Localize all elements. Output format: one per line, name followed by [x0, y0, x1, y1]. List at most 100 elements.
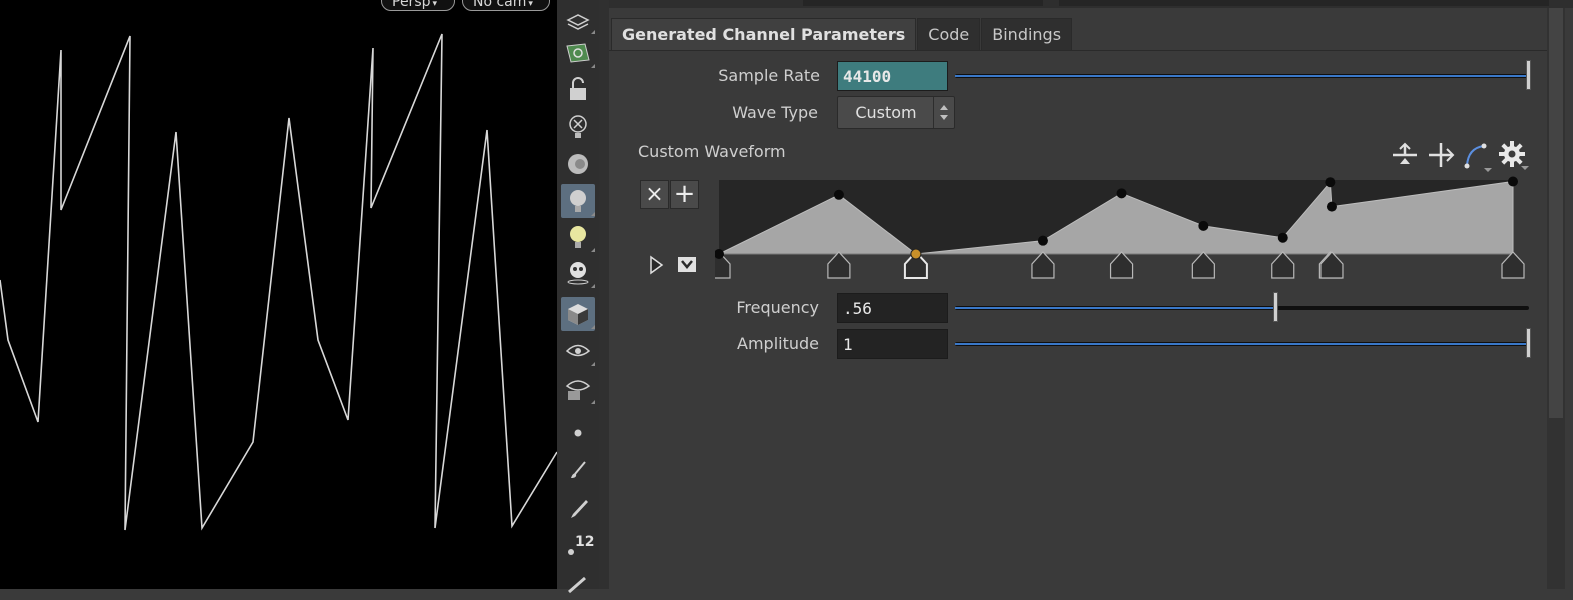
submenu-arrow-icon: [591, 26, 595, 34]
ramp-settings-button[interactable]: [1497, 138, 1531, 174]
wave-type-dropdown[interactable]: Custom: [837, 96, 955, 129]
ramp-key-point[interactable]: [1277, 232, 1288, 243]
ramp-key-point[interactable]: [1325, 177, 1336, 188]
snapping-button[interactable]: [561, 36, 595, 70]
wave-type-value: Custom: [855, 103, 917, 122]
amplitude-field[interactable]: 1: [837, 329, 948, 359]
play-ramp-button[interactable]: [645, 254, 667, 276]
sample-rate-slider[interactable]: [955, 60, 1531, 90]
light-button[interactable]: [561, 184, 595, 218]
parameter-tabs: Generated Channel Parameters Code Bindin…: [611, 18, 1073, 50]
lock-button[interactable]: [561, 72, 595, 106]
interpolation-button[interactable]: [1462, 140, 1496, 174]
tab-generated-channel-parameters[interactable]: Generated Channel Parameters: [611, 18, 917, 50]
submenu-arrow-icon: [591, 60, 595, 68]
brush-button[interactable]: [561, 454, 595, 488]
display-shaded-button[interactable]: [561, 297, 595, 331]
tab-divider: [609, 50, 1553, 51]
submenu-arrow-icon: [591, 321, 595, 329]
edit-button[interactable]: [561, 566, 595, 600]
eye-icon: [565, 344, 591, 357]
updown-arrows-icon: [933, 97, 954, 128]
pen-icon: [571, 500, 588, 518]
submenu-arrow-icon: [591, 280, 595, 288]
ramp-key-handle[interactable]: [1191, 251, 1215, 279]
ramp-key-point[interactable]: [910, 248, 922, 260]
frequency-slider[interactable]: [955, 292, 1529, 322]
ramp-key-handle[interactable]: [1320, 251, 1344, 279]
ramp-key-handle[interactable]: [1031, 251, 1055, 279]
wave-type-label: Wave Type: [732, 103, 818, 122]
ramp-key-point[interactable]: [1326, 201, 1337, 212]
close-light-button[interactable]: [561, 110, 595, 144]
ghost-button[interactable]: [561, 147, 595, 181]
ramp-menu-button[interactable]: [676, 254, 698, 276]
add-key-button[interactable]: +: [670, 180, 699, 209]
light-skull-button[interactable]: [561, 256, 595, 290]
amplitude-handle[interactable]: [1526, 328, 1531, 358]
custom-waveform-label: Custom Waveform: [638, 142, 786, 161]
amplitude-label: Amplitude: [737, 334, 819, 353]
scene-viewport[interactable]: Persp ▾ No cam ▾: [0, 0, 557, 589]
panel-scrollbar[interactable]: [1547, 8, 1565, 589]
sample-rate-fill: [955, 75, 1529, 77]
ramp-key-handle[interactable]: [1271, 251, 1295, 279]
edit-icon: [568, 576, 586, 594]
point-icon: [574, 429, 582, 437]
eye-camera-icon: [565, 380, 591, 400]
scrollbar-thumb[interactable]: [1549, 8, 1563, 418]
tab-bindings[interactable]: Bindings: [981, 18, 1073, 50]
gear-icon: [1499, 141, 1529, 170]
sample-rate-field[interactable]: 44100: [837, 61, 948, 91]
vertex-count-button[interactable]: 12: [561, 528, 595, 562]
amplitude-slider[interactable]: [955, 328, 1531, 358]
amplitude-fill: [955, 343, 1529, 345]
submenu-arrow-icon: [591, 244, 595, 252]
delete-key-button[interactable]: ×: [640, 180, 669, 209]
submenu-arrow-icon: [591, 396, 595, 404]
light-icon: [570, 190, 586, 212]
flatten-keys-icon: [1393, 142, 1417, 164]
ramp-key-point[interactable]: [1116, 188, 1127, 199]
play-icon: [650, 255, 664, 275]
curve-interpolation-icon: [1464, 143, 1492, 172]
frequency-handle[interactable]: [1273, 292, 1279, 322]
brush-icon: [571, 461, 586, 478]
ramp-key-handle[interactable]: [827, 251, 851, 279]
parameter-panel: Generated Channel Parameters Code Bindin…: [609, 0, 1573, 589]
viewport-toolbar: 12: [557, 0, 600, 594]
pen-button[interactable]: [561, 492, 595, 526]
sample-rate-label: Sample Rate: [718, 66, 820, 85]
ramp-key-point[interactable]: [833, 189, 844, 200]
ramp-key-handle[interactable]: [1501, 251, 1525, 279]
select-geometry-button[interactable]: [561, 2, 595, 36]
light-bulb-button[interactable]: [561, 220, 595, 254]
waveform-curve: [0, 33, 557, 531]
eye-camera-button[interactable]: [561, 372, 595, 406]
light-skull-icon: [567, 262, 589, 285]
ramp-key-handle[interactable]: [1109, 251, 1134, 279]
ramp-key-point[interactable]: [1037, 235, 1048, 246]
ramp-key-point[interactable]: [1508, 176, 1518, 187]
ramp-key-point[interactable]: [1198, 220, 1209, 231]
snapping-icon: [566, 43, 590, 63]
pane-separator[interactable]: [599, 0, 609, 589]
display-shaded-icon: [568, 304, 588, 325]
lock-icon: [570, 77, 586, 100]
point-display-button[interactable]: [561, 416, 595, 450]
distribute-keys-icon: [1429, 143, 1455, 167]
panel-top-strip: [609, 0, 1573, 8]
sample-rate-handle[interactable]: [1526, 60, 1531, 90]
distribute-keys-button[interactable]: [1427, 140, 1455, 170]
tab-code[interactable]: Code: [917, 18, 981, 50]
frequency-field[interactable]: .56: [837, 293, 948, 323]
submenu-arrow-icon: [591, 358, 595, 366]
vertex-count-label: 12: [575, 534, 595, 550]
light-bulb-icon: [570, 226, 586, 248]
close-light-icon: [569, 115, 587, 138]
flatten-keys-button[interactable]: [1391, 140, 1419, 170]
ramp-editor[interactable]: [715, 176, 1527, 284]
visibility-button[interactable]: [561, 334, 595, 368]
select-geometry-icon: [566, 14, 590, 30]
frequency-fill: [955, 307, 1277, 309]
